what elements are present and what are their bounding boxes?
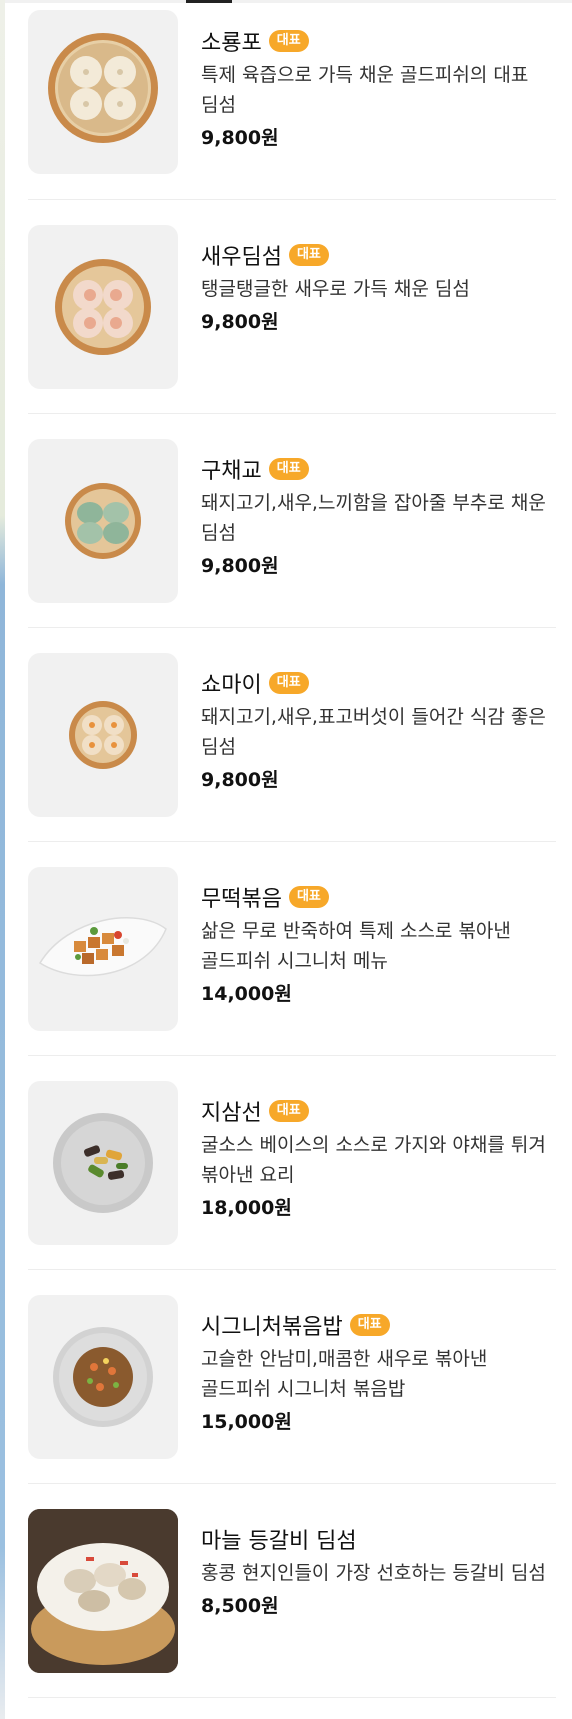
menu-item-name: 새우딤섬: [201, 245, 282, 270]
name-row: 시그니처볶음밥 대표: [201, 1308, 556, 1342]
signature-badge: 대표: [288, 244, 329, 266]
menu-item[interactable]: 새우딤섬 대표 탱글탱글한 새우로 가득 채운 딤섬 9,800원: [28, 200, 556, 414]
menu-item[interactable]: 마늘 등갈비 딤섬 홍콩 현지인들이 가장 선호하는 등갈비 딤섬 8,500원: [28, 1484, 556, 1698]
menu-item[interactable]: 지삼선 대표 굴소스 베이스의 소스로 가지와 야채를 튀겨 볶아낸 요리 18…: [28, 1056, 556, 1270]
menu-item-description: 굴소스 베이스의 소스로 가지와 야채를 튀겨 볶아낸 요리: [201, 1134, 546, 1186]
menu-item-info: 지삼선 대표 굴소스 베이스의 소스로 가지와 야채를 튀겨 볶아낸 요리 18…: [201, 1094, 556, 1222]
name-row: 구채교 대표: [201, 452, 556, 486]
fried-rice-plate-icon: [28, 1295, 178, 1459]
signature-badge: 대표: [288, 886, 329, 908]
shumai-steamer-icon: [28, 653, 178, 817]
menu-item[interactable]: 쇼마이 대표 돼지고기,새우,표고버섯이 들어간 식감 좋은 딤섬 9,800원: [28, 628, 556, 842]
chive-dumpling-steamer-icon: [28, 439, 178, 603]
menu-item-price: 18,000원: [201, 1197, 292, 1219]
menu-item-info: 쇼마이 대표 돼지고기,새우,표고버섯이 들어간 식감 좋은 딤섬 9,800원: [201, 666, 556, 794]
name-row: 지삼선 대표: [201, 1094, 556, 1128]
menu-item-description: 홍콩 현지인들이 가장 선호하는 등갈비 딤섬: [201, 1562, 546, 1584]
signature-badge: 대표: [268, 1100, 309, 1122]
menu-item-price: 9,800원: [201, 555, 279, 577]
menu-item-price: 9,800원: [201, 769, 279, 791]
menu-list: 소룡포 대표 특제 육즙으로 가득 채운 골드피쉬의 대표 딤섬 9,800원: [28, 0, 556, 1698]
menu-item-price: 9,800원: [201, 127, 279, 149]
garlic-ribs-steamer-icon: [28, 1509, 178, 1673]
name-row: 쇼마이 대표: [201, 666, 556, 700]
name-row: 새우딤섬 대표: [201, 238, 556, 272]
radish-cake-plate-icon: [28, 867, 178, 1031]
menu-item[interactable]: 무떡볶음 대표 삶은 무로 반죽하여 특제 소스로 볶아낸 골드피쉬 시그니처 …: [28, 842, 556, 1056]
signature-badge: 대표: [268, 30, 309, 52]
menu-item[interactable]: 구채교 대표 돼지고기,새우,느끼함을 잡아줄 부추로 채운 딤섬 9,800원: [28, 414, 556, 628]
shrimp-dumpling-steamer-icon: [28, 225, 178, 389]
menu-item-info: 구채교 대표 돼지고기,새우,느끼함을 잡아줄 부추로 채운 딤섬 9,800원: [201, 452, 556, 580]
menu-item-info: 새우딤섬 대표 탱글탱글한 새우로 가득 채운 딤섬 9,800원: [201, 238, 556, 336]
menu-item-description: 돼지고기,새우,표고버섯이 들어간 식감 좋은 딤섬: [201, 706, 546, 758]
vegetable-stirfry-plate-icon: [28, 1081, 178, 1245]
menu-item-name: 소룡포: [201, 31, 262, 56]
menu-item-price: 14,000원: [201, 983, 292, 1005]
menu-item-price: 9,800원: [201, 311, 279, 333]
signature-badge: 대표: [268, 458, 309, 480]
menu-item-name: 무떡볶음: [201, 887, 282, 912]
menu-item-description: 특제 육즙으로 가득 채운 골드피쉬의 대표 딤섬: [201, 64, 529, 116]
menu-item-name: 구채교: [201, 459, 262, 484]
menu-item-info: 무떡볶음 대표 삶은 무로 반죽하여 특제 소스로 볶아낸 골드피쉬 시그니처 …: [201, 880, 556, 1008]
name-row: 무떡볶음 대표: [201, 880, 556, 914]
menu-item-name: 시그니처볶음밥: [201, 1315, 343, 1340]
menu-item-price: 8,500원: [201, 1595, 279, 1617]
menu-item-name: 지삼선: [201, 1101, 262, 1126]
xiaolongbao-steamer-icon: [28, 10, 178, 174]
menu-item[interactable]: 시그니처볶음밥 대표 고슬한 안남미,매콤한 새우로 볶아낸 골드피쉬 시그니처…: [28, 1270, 556, 1484]
signature-badge: 대표: [349, 1314, 390, 1336]
menu-item-info: 소룡포 대표 특제 육즙으로 가득 채운 골드피쉬의 대표 딤섬 9,800원: [201, 24, 556, 152]
menu-item-description: 돼지고기,새우,느끼함을 잡아줄 부추로 채운 딤섬: [201, 492, 546, 544]
menu-item-name: 쇼마이: [201, 673, 262, 698]
menu-item-description: 탱글탱글한 새우로 가득 채운 딤섬: [201, 278, 470, 300]
menu-item-price: 15,000원: [201, 1411, 292, 1433]
name-row: 소룡포 대표: [201, 24, 556, 58]
map-edge: [0, 0, 5, 1719]
menu-item[interactable]: 소룡포 대표 특제 육즙으로 가득 채운 골드피쉬의 대표 딤섬 9,800원: [28, 0, 556, 200]
menu-item-info: 시그니처볶음밥 대표 고슬한 안남미,매콤한 새우로 볶아낸 골드피쉬 시그니처…: [201, 1308, 556, 1436]
menu-item-description: 삶은 무로 반죽하여 특제 소스로 볶아낸 골드피쉬 시그니처 메뉴: [201, 920, 511, 972]
menu-item-info: 마늘 등갈비 딤섬 홍콩 현지인들이 가장 선호하는 등갈비 딤섬 8,500원: [201, 1522, 556, 1620]
menu-item-name: 마늘 등갈비 딤섬: [201, 1529, 357, 1554]
name-row: 마늘 등갈비 딤섬: [201, 1522, 556, 1556]
signature-badge: 대표: [268, 672, 309, 694]
menu-item-description: 고슬한 안남미,매콤한 새우로 볶아낸 골드피쉬 시그니처 볶음밥: [201, 1348, 488, 1400]
